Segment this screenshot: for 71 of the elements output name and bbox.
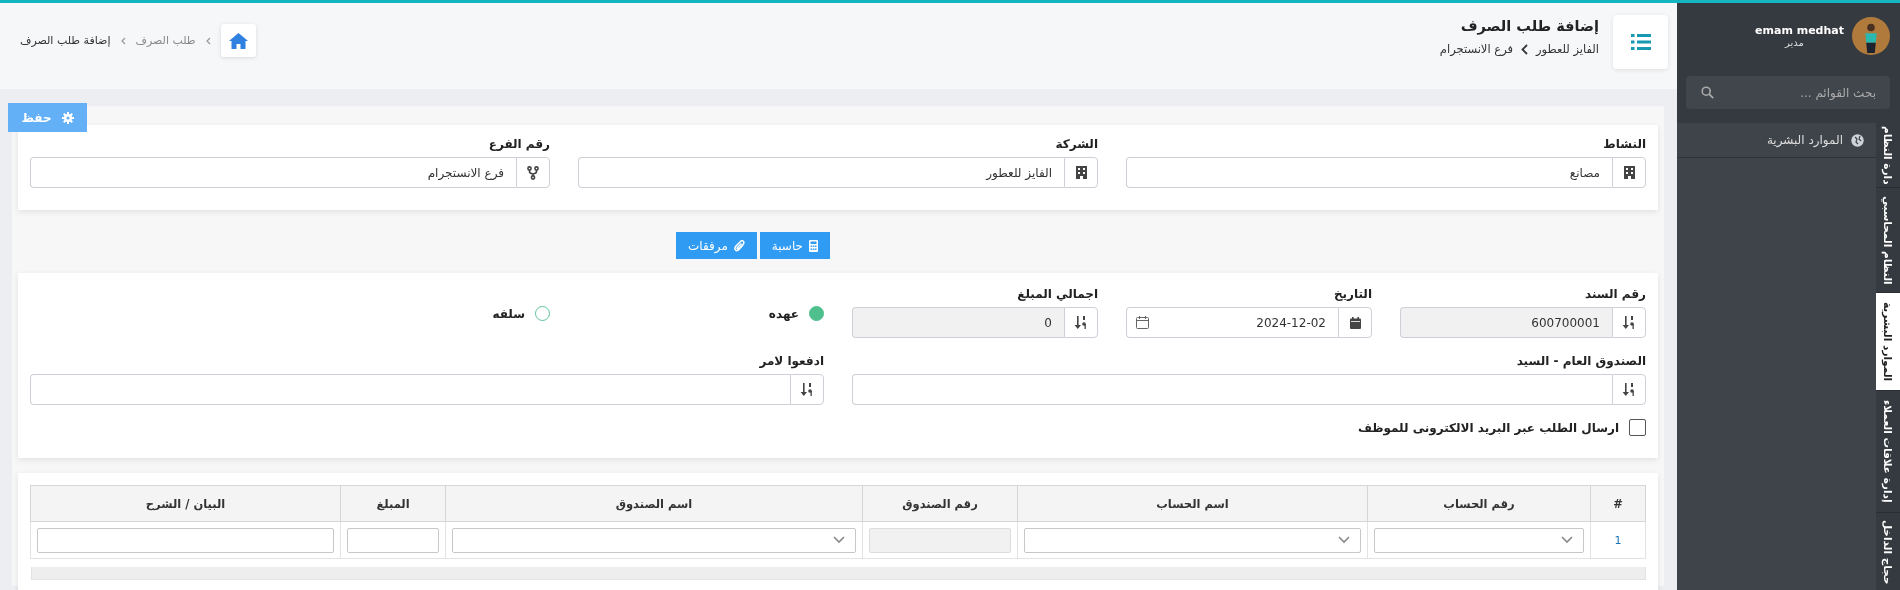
user-name: emam medhat xyxy=(1755,24,1844,37)
text-field[interactable] xyxy=(869,527,1011,553)
chevron-icon xyxy=(120,36,126,45)
caret-icon xyxy=(833,536,845,544)
column-header: رقم الصندوق xyxy=(862,485,1018,522)
field-label: ادفعوا لامر xyxy=(758,354,824,368)
paperclip-icon xyxy=(733,239,745,252)
module-tab[interactable]: دارة النظام xyxy=(1876,123,1900,188)
calendar-icon xyxy=(1136,316,1149,329)
home-button[interactable] xyxy=(220,24,256,57)
select-field[interactable] xyxy=(1024,527,1361,553)
column-header: رقم الحساب xyxy=(1367,485,1591,522)
field-label: اجمالي المبلغ xyxy=(1016,287,1098,301)
text-field[interactable] xyxy=(347,527,439,553)
text-field[interactable]: 0 xyxy=(852,307,1064,338)
search-field[interactable]: بحث القوائم ... xyxy=(1686,76,1890,109)
branch-icon xyxy=(527,165,539,180)
radio-button[interactable] xyxy=(809,306,824,321)
text-field[interactable]: مصانع xyxy=(1126,157,1612,188)
gear-icon xyxy=(61,111,74,124)
checkbox-label: ارسال الطلب عبر البريد الالكترونى للموظف xyxy=(1357,420,1619,435)
calculator-icon xyxy=(809,239,818,252)
sort-icon xyxy=(1074,316,1088,329)
user-role: مدير xyxy=(1785,37,1805,48)
radio-label: سلفه xyxy=(492,306,525,321)
text-field[interactable]: فرع الانستجرام xyxy=(30,157,516,188)
page-title: إضافة طلب الصرف xyxy=(1459,18,1599,34)
caret-icon xyxy=(1338,536,1350,544)
chevron-icon xyxy=(205,36,211,45)
row-number: 1 xyxy=(1590,521,1646,559)
text-field[interactable] xyxy=(30,374,790,405)
sort-icon xyxy=(800,383,814,396)
text-field[interactable]: 2024-12-02 xyxy=(1126,307,1338,338)
breadcrumb-item: إضافة طلب الصرف xyxy=(20,34,111,47)
search-icon xyxy=(1701,86,1714,99)
field-label: الشركة xyxy=(1054,137,1098,151)
field-label: التاريخ xyxy=(1332,287,1372,301)
path-item: الفايز للعطور xyxy=(1536,42,1599,56)
column-header: اسم الصندوق xyxy=(445,485,863,522)
sort-icon xyxy=(1622,316,1636,329)
module-tab[interactable]: حجاج الداخل xyxy=(1876,513,1900,590)
building-icon xyxy=(1623,166,1635,179)
calendar-icon xyxy=(1349,316,1361,329)
text-field[interactable] xyxy=(852,374,1612,405)
column-header: اسم الحساب xyxy=(1017,485,1368,522)
field-label: رقم الفرع xyxy=(487,137,550,151)
column-header: # xyxy=(1590,485,1646,522)
module-tab[interactable]: إدارة علاقات العملاء xyxy=(1876,391,1900,513)
menu-icon xyxy=(1630,34,1651,50)
field-label: الصندوق العام - السيد xyxy=(1515,354,1646,368)
field-label: النشاط xyxy=(1602,137,1646,151)
module-tab[interactable]: الموارد البشرية xyxy=(1876,293,1900,391)
radio-label: عهده xyxy=(768,306,799,321)
caret-icon xyxy=(1561,536,1573,544)
column-header: المبلغ xyxy=(340,485,446,522)
chevron-icon xyxy=(1521,43,1528,55)
checkbox[interactable] xyxy=(1629,419,1646,436)
select-field[interactable] xyxy=(452,527,856,553)
sort-icon xyxy=(1622,383,1636,396)
select-field[interactable] xyxy=(1374,527,1584,553)
menu-button[interactable] xyxy=(1613,15,1668,69)
text-field[interactable]: 600700001 xyxy=(1400,307,1612,338)
menu-item[interactable]: الموارد البشرية xyxy=(1766,133,1843,147)
column-header: البيان / الشرح xyxy=(30,485,341,522)
text-field[interactable] xyxy=(37,527,334,553)
text-field[interactable]: الفايز للعطور xyxy=(578,157,1064,188)
path-item: فرع الانستجرام xyxy=(1439,42,1513,56)
globe-icon xyxy=(1851,133,1864,147)
building-icon xyxy=(1075,166,1087,179)
field-label: رقم السند xyxy=(1584,287,1646,301)
home-icon xyxy=(228,32,248,49)
